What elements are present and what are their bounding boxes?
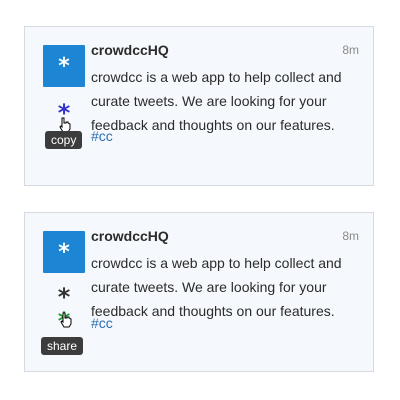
- timestamp: 8m: [342, 229, 359, 243]
- copy-tooltip: copy: [45, 131, 83, 149]
- tweet-card: * crowdccHQ 8m crowdcc is a web app to h…: [24, 26, 374, 186]
- copy-button[interactable]: *: [54, 285, 74, 309]
- avatar[interactable]: *: [43, 231, 85, 273]
- tweet-card: * crowdccHQ 8m crowdcc is a web app to h…: [24, 212, 374, 372]
- hashtag-link[interactable]: #cc: [91, 128, 113, 144]
- share-tooltip: share: [41, 337, 84, 355]
- hand-cursor-icon: [60, 312, 72, 328]
- hashtag-link[interactable]: #cc: [91, 315, 113, 331]
- timestamp: 8m: [342, 43, 359, 57]
- author-name[interactable]: crowdccHQ: [91, 228, 169, 244]
- tweet-text: crowdcc is a web app to help collect and…: [91, 69, 342, 133]
- author-name[interactable]: crowdccHQ: [91, 42, 169, 58]
- tweet-text: crowdcc is a web app to help collect and…: [91, 255, 342, 319]
- avatar[interactable]: *: [43, 45, 85, 87]
